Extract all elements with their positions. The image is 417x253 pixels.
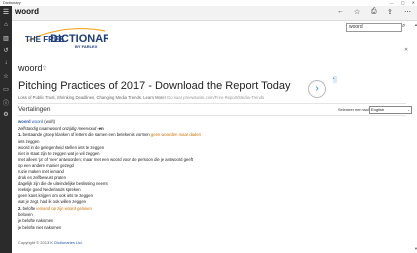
app-title: Dictionary bbox=[3, 0, 21, 5]
definition-text: dagelijk zijn die de uiteindelijke besli… bbox=[18, 181, 108, 186]
example-link[interactable]: geen woorden maar daden bbox=[151, 132, 201, 137]
definition-text: wat je zegt, had ik ook willen zeggen bbox=[18, 199, 86, 204]
definition-line: niet in staat zijn te zeggen wat je wil … bbox=[18, 151, 99, 156]
definition-line: op een andere manier gezegd bbox=[18, 163, 74, 168]
definition-line: dagelijk zijn die de uiteindelijke besli… bbox=[18, 181, 108, 186]
definition-text: je belofte niet nakomen bbox=[18, 225, 62, 230]
example-link[interactable]: iemand op zijn woord geloven bbox=[36, 206, 91, 211]
definition-line: woord in de gelegenheid stellen iets te … bbox=[18, 145, 104, 150]
definition-text: zelfstandig naamwoord onzijdig meervoud bbox=[18, 126, 98, 131]
header-word: woord bbox=[15, 7, 39, 16]
star-icon[interactable]: ☆ bbox=[354, 8, 360, 16]
comment-icon[interactable]: ▭ bbox=[0, 86, 12, 93]
divider bbox=[18, 103, 406, 104]
definition-text: woord bbox=[18, 119, 31, 124]
close-window-button[interactable]: ✕ bbox=[412, 0, 415, 5]
favorites-icon[interactable]: ☆ bbox=[0, 73, 12, 80]
ad-description[interactable]: Loss of Public Trust, Shrinking Deadline… bbox=[18, 95, 264, 100]
logo-line3: BY FARLEX bbox=[75, 44, 98, 49]
language-select[interactable]: English ⌄ bbox=[369, 106, 412, 114]
definition-text: reeksje goed Nederlands spreken bbox=[18, 187, 81, 192]
definition-line: reeksje goed Nederlands spreken bbox=[18, 187, 81, 192]
search-input[interactable]: woord bbox=[346, 23, 402, 32]
definition-line: druk en zelfbewust praten bbox=[18, 175, 66, 180]
free-dictionary-logo[interactable]: THE FREE DICTIONARY BY FARLEX bbox=[25, 27, 108, 51]
definition-text: bestaande groep klanken of letters die s… bbox=[22, 132, 151, 137]
home-icon[interactable]: ⌂ bbox=[0, 22, 12, 28]
history-icon[interactable]: ↺ bbox=[0, 47, 12, 54]
download-icon[interactable]: ↓ bbox=[0, 60, 12, 66]
definition-line: je belofte niet nakomen bbox=[18, 225, 61, 230]
info-icon[interactable]: ⓘ bbox=[0, 98, 12, 107]
definition-text: niet in staat zijn te zeggen wat je wil … bbox=[18, 151, 100, 156]
definition-text: beloven bbox=[18, 212, 33, 217]
definition-text: (woȓt) bbox=[43, 119, 56, 124]
definition-line: woord woord (woȓt) bbox=[18, 119, 55, 124]
definition-line: je belofte nakomen bbox=[18, 218, 53, 223]
chevron-down-icon: ⌄ bbox=[407, 108, 410, 112]
definition-text: met alleen 'ja' of 'nee' antwoorden; maa… bbox=[18, 157, 193, 162]
definition-text: iets zeggen bbox=[18, 139, 40, 144]
back-arrow-icon[interactable]: ← bbox=[337, 8, 344, 15]
definition-line: 1. bestaande groep klanken of letters di… bbox=[18, 132, 201, 137]
definition-text: druk en zelfbewust praten bbox=[18, 175, 66, 180]
definition-text: woord in de gelegenheid stellen iets te … bbox=[18, 145, 105, 150]
ad-title[interactable]: Pitching Practices of 2017 - Download th… bbox=[18, 80, 291, 92]
divider bbox=[18, 115, 406, 116]
definition-line: met alleen 'ja' of 'nee' antwoorden; maa… bbox=[18, 157, 193, 162]
definition-line: wat je zegt, had ik ook willen zeggen bbox=[18, 199, 86, 204]
maximize-button[interactable]: ▢ bbox=[401, 0, 405, 5]
sidebar: ⌂ ▥ ↺ ↓ ☆ ▭ ⓘ ⚙ bbox=[0, 20, 12, 253]
definition-line: geen kans krijgen om ook iets te zeggen bbox=[18, 193, 93, 198]
copyright-link[interactable]: K Dictionaries Ltd. bbox=[50, 240, 82, 245]
definition-text: belofte bbox=[22, 206, 37, 211]
minimize-button[interactable]: — bbox=[390, 0, 394, 5]
entry-share-icon[interactable]: ⇪ bbox=[42, 65, 47, 72]
definition-line: ruzie maken met iemand bbox=[18, 169, 64, 174]
settings-icon[interactable]: ⚙ bbox=[0, 111, 12, 118]
main-content: THE FREE DICTIONARY BY FARLEX woord ⌕ ✕ … bbox=[12, 20, 417, 253]
definition-line: zelfstandig naamwoord onzijdig meervoud … bbox=[18, 126, 104, 131]
close-icon[interactable]: ✕ bbox=[404, 47, 408, 53]
entry-word: woord bbox=[18, 63, 43, 73]
definition-text: geen kans krijgen om ook iets te zeggen bbox=[18, 193, 93, 198]
hamburger-menu-icon[interactable]: ☰ bbox=[0, 6, 12, 20]
definition-line: 2. belofte iemand op zijn woord geloven bbox=[18, 206, 92, 211]
definition-line: beloven bbox=[18, 212, 33, 217]
ad-chevron-icon[interactable]: › bbox=[308, 80, 326, 98]
translations-heading: Vertalingen bbox=[18, 106, 51, 113]
definition-text: -en bbox=[97, 126, 104, 131]
definition-line: iets zeggen bbox=[18, 139, 39, 144]
definition-text: op een andere manier gezegd bbox=[18, 163, 74, 168]
book-icon[interactable]: ▥ bbox=[0, 35, 12, 42]
more-icon[interactable]: ⋯ bbox=[404, 8, 411, 16]
definition-text: je belofte nakomen bbox=[18, 218, 54, 223]
definition-text: woord bbox=[30, 119, 44, 124]
share-icon[interactable]: ⇪ bbox=[387, 8, 393, 16]
ad-info-icon[interactable]: ▸ bbox=[333, 76, 337, 83]
print-icon[interactable]: ⎙ bbox=[371, 8, 377, 16]
language-label: Selecteer een taal: bbox=[338, 108, 370, 112]
copyright: Copyright © 2013 K Dictionaries Ltd. bbox=[18, 240, 83, 245]
definition-text: ruzie maken met iemand bbox=[18, 169, 64, 174]
window-controls: — ▢ ✕ bbox=[384, 0, 415, 5]
search-icon[interactable]: ⌕ bbox=[402, 23, 405, 30]
